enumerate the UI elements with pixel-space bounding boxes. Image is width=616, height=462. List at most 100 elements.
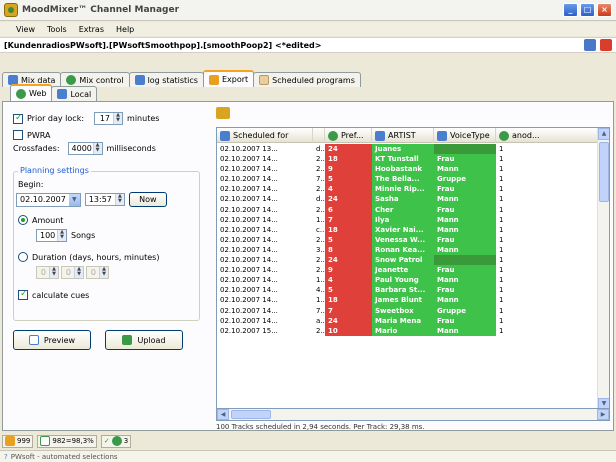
duration-minutes-stepper[interactable]: 0 ▲ ▼	[86, 266, 109, 279]
duration-radio[interactable]	[18, 252, 28, 262]
voice-icon	[437, 130, 447, 141]
scroll-thumb[interactable]	[599, 142, 609, 202]
cell-voicetype: Frau	[434, 315, 496, 326]
column-artist[interactable]: ARTIST	[372, 128, 434, 143]
taskbar-text[interactable]: PWsoft - automated selections	[11, 453, 118, 461]
ok-icon	[111, 436, 122, 446]
tab-scheduled-programs[interactable]: Scheduled programs	[253, 72, 361, 87]
cell-preference: 5	[325, 285, 372, 296]
close-button[interactable]: ×	[597, 3, 612, 17]
scroll-down-icon[interactable]: ▼	[598, 398, 609, 408]
progress-icon	[40, 436, 51, 446]
table-row[interactable]: 02.10.2007 14... a.. 24 Maria Mena Frau 1	[217, 315, 599, 326]
tab-mix-control[interactable]: Mix control	[60, 72, 130, 87]
app-window: MoodMixer™ Channel Manager _ □ × View To…	[0, 0, 616, 462]
toolbar-icon[interactable]	[216, 107, 230, 119]
now-button[interactable]: Now	[128, 192, 167, 207]
table-row[interactable]: 02.10.2007 14... 1.. 4 Paul Young Mann 1	[217, 275, 599, 286]
amount-radio[interactable]	[18, 215, 28, 225]
now-button-label: Now	[139, 195, 157, 204]
column-voicetype[interactable]: VoiceType	[434, 128, 496, 143]
cell-scheduled-for: 02.10.2007 14...	[220, 235, 278, 244]
maximize-button[interactable]: □	[580, 3, 595, 17]
close-doc-icon[interactable]	[600, 39, 612, 51]
column-sort[interactable]	[313, 128, 325, 143]
duration-days-stepper[interactable]: 0 ▲ ▼	[36, 266, 59, 279]
begin-date-picker[interactable]: 02.10.2007 ▼	[16, 192, 81, 207]
column-scheduled-for[interactable]: Scheduled for	[217, 128, 313, 143]
pin-icon[interactable]	[584, 39, 596, 51]
calculate-cues-label: calculate cues	[32, 290, 90, 300]
prior-day-lock-stepper[interactable]: 17 ▲ ▼	[94, 112, 124, 125]
cell-voicetype: Frau	[434, 184, 496, 195]
cell-preference: 18	[325, 224, 372, 235]
prior-day-lock-checkbox[interactable]	[13, 113, 23, 124]
crossfades-stepper[interactable]: 4000 ▲ ▼	[67, 142, 103, 155]
calculate-cues-checkbox[interactable]	[18, 289, 28, 300]
hscroll-thumb[interactable]	[231, 410, 271, 419]
table-row[interactable]: 02.10.2007 14... 2.. 9 Hoobastank Mann 1	[217, 164, 599, 175]
table-row[interactable]: 02.10.2007 14... 2.. 6 Cher Frau 1	[217, 204, 599, 215]
table-row[interactable]: 02.10.2007 15... 2.. 10 Mario Mann 1	[217, 325, 599, 336]
status-checks-value: 3	[123, 437, 129, 445]
cell-sort: d..	[316, 145, 325, 153]
clock-icon	[220, 130, 230, 141]
cell-anod: 1	[499, 245, 504, 254]
table-row[interactable]: 02.10.2007 14... 2.. 9 Jeanette Frau 1	[217, 265, 599, 276]
menu-help[interactable]: Help	[116, 25, 134, 34]
tab-export[interactable]: Export	[202, 70, 255, 87]
table-row[interactable]: 02.10.2007 14... 3.. 8 Ronan Kea... Mann 1	[217, 244, 599, 256]
calendar-icon	[259, 75, 270, 85]
menu-tools[interactable]: Tools	[47, 25, 67, 34]
cell-voicetype: Frau	[434, 154, 496, 165]
duration-label: Duration (days, hours, minutes)	[32, 252, 160, 262]
amount-stepper[interactable]: 100 ▲ ▼	[36, 229, 67, 242]
pwra-checkbox[interactable]	[13, 130, 23, 140]
minimize-button[interactable]: _	[563, 3, 578, 17]
tab-web[interactable]: Web	[10, 84, 53, 101]
table-row[interactable]: 02.10.2007 14... 1.. 7 Ilya Mann 1	[217, 214, 599, 225]
table-row[interactable]: 02.10.2007 14... d.. 24 Sasha Mann 1	[217, 194, 599, 205]
songs-label: Songs	[71, 231, 96, 240]
table-row[interactable]: 02.10.2007 14... 2.. 24 Snow Patrol 1	[217, 255, 599, 266]
cell-voicetype: Mann	[434, 295, 496, 306]
cell-sort: 2..	[316, 326, 325, 335]
pref-icon	[328, 130, 338, 141]
upload-icon	[122, 335, 133, 345]
scroll-left-icon[interactable]: ◀	[217, 409, 229, 420]
cell-artist: Jeanette	[372, 265, 434, 276]
cell-scheduled-for: 02.10.2007 14...	[220, 175, 278, 184]
vertical-scrollbar[interactable]: ▲ ▼	[597, 128, 609, 408]
artist-icon	[375, 130, 385, 141]
tab-local[interactable]: Local	[51, 86, 98, 101]
menu-view[interactable]: View	[16, 25, 35, 34]
schedule-grid[interactable]: Scheduled for Pref... ARTIST VoiceType a…	[216, 127, 610, 409]
preview-button[interactable]: Preview	[13, 330, 91, 350]
cell-anod: 1	[499, 296, 504, 305]
begin-time-stepper[interactable]: 13:57 ▲ ▼	[84, 193, 125, 206]
upload-button[interactable]: Upload	[105, 330, 183, 350]
table-row[interactable]: 02.10.2007 14... 1.. 18 James Blunt Mann 1	[217, 295, 599, 306]
cell-anod: 1	[499, 225, 504, 234]
horizontal-scrollbar[interactable]: ◀ ▶	[216, 409, 610, 421]
table-row[interactable]: 02.10.2007 14... 2.. 5 Venessa W... Frau 1	[217, 234, 599, 245]
table-row[interactable]: 02.10.2007 14... 2.. 4 Minnie Rip... Frau 1	[217, 184, 599, 195]
column-preference[interactable]: Pref...	[325, 128, 372, 143]
table-row[interactable]: 02.10.2007 13... d.. 24 Juanes 1	[217, 144, 599, 155]
duration-hours-stepper[interactable]: 0 ▲ ▼	[61, 266, 84, 279]
cell-sort: 2..	[316, 256, 325, 265]
export-panel: Prior day lock: 17▲▼ minutes PWRA Crossf…	[2, 101, 614, 431]
column-anod[interactable]: anod...	[496, 128, 599, 143]
table-row[interactable]: 02.10.2007 14... 7.. 7 Sweetbox Gruppe 1	[217, 305, 599, 316]
column-label: Scheduled for	[233, 131, 289, 140]
table-row[interactable]: 02.10.2007 14... 2.. 18 KT Tunstall Frau 1	[217, 154, 599, 165]
scroll-right-icon[interactable]: ▶	[597, 409, 609, 420]
table-row[interactable]: 02.10.2007 14... c.. 18 Xavier Nai... Mann 1	[217, 224, 599, 235]
menu-extras[interactable]: Extras	[79, 25, 104, 34]
cell-sort: 7..	[316, 175, 325, 184]
tab-log-statistics[interactable]: log statistics	[128, 72, 204, 87]
table-row[interactable]: 02.10.2007 14... 7.. 5 The Bella... Gruppe 1	[217, 174, 599, 185]
table-row[interactable]: 02.10.2007 14... 4.. 5 Barbara St... Frau 1	[217, 285, 599, 296]
cell-artist: Minnie Rip...	[372, 184, 434, 195]
scroll-up-icon[interactable]: ▲	[598, 128, 609, 140]
